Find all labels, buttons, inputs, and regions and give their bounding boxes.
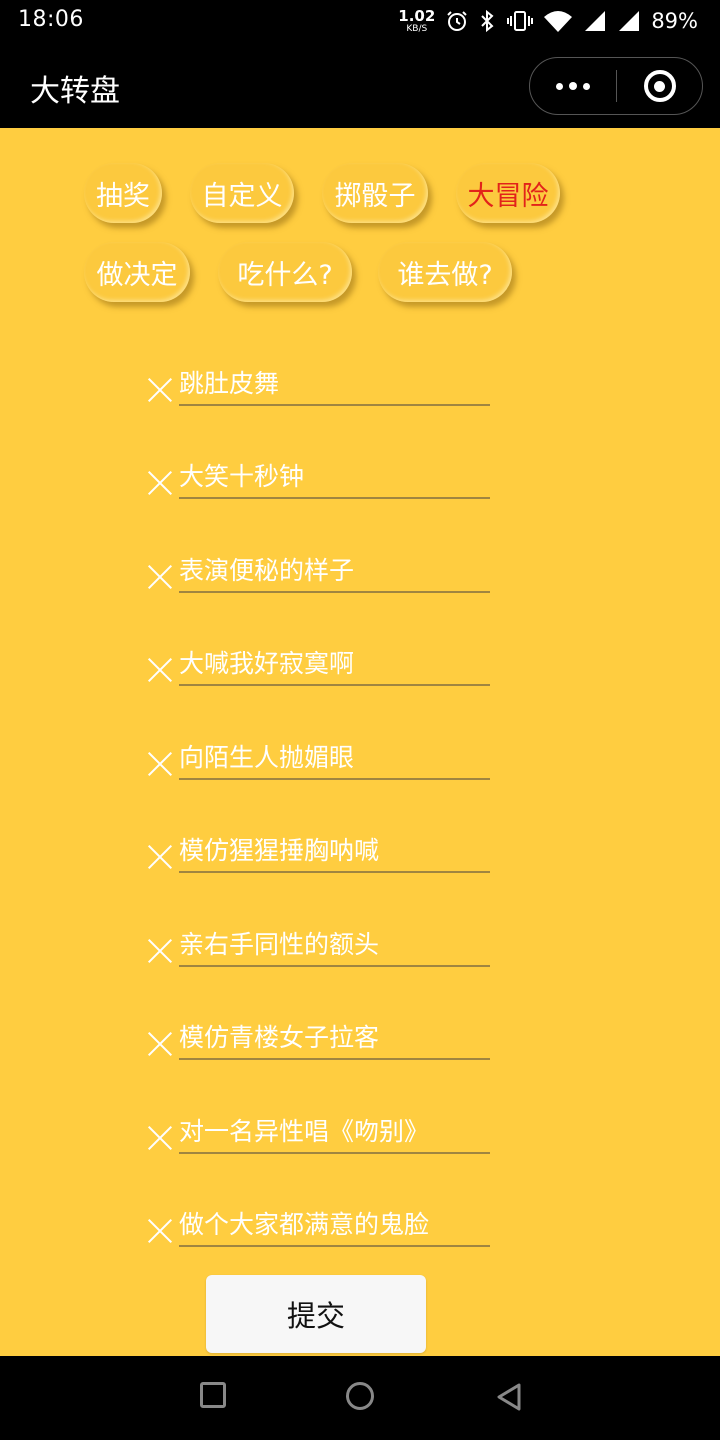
- status-bar: 18:06 1.02 KB/S 89%: [0, 0, 720, 44]
- list-item: 对一名异性唱《吻别》: [147, 1091, 490, 1154]
- mini-program-capsule: [529, 57, 703, 115]
- home-circle-icon[interactable]: [346, 1382, 374, 1410]
- list-item: 模仿青楼女子拉客: [147, 997, 490, 1060]
- delete-x-icon[interactable]: [147, 1218, 173, 1244]
- delete-x-icon[interactable]: [147, 1125, 173, 1151]
- battery-level: 89%: [651, 9, 698, 33]
- item-input[interactable]: 对一名异性唱《吻别》: [179, 1112, 490, 1148]
- delete-x-icon[interactable]: [147, 938, 173, 964]
- tab-label: 自定义: [201, 180, 283, 212]
- tab-custom[interactable]: 自定义: [190, 163, 294, 223]
- signal-icon-2: [619, 11, 640, 31]
- more-dots-icon[interactable]: [530, 58, 616, 114]
- list-item: 做个大家都满意的鬼脸: [147, 1184, 490, 1247]
- net-speed: 1.02 KB/S: [398, 6, 436, 34]
- delete-x-icon[interactable]: [147, 470, 173, 496]
- item-input[interactable]: 跳肚皮舞: [179, 364, 490, 400]
- input-underline: [179, 778, 490, 780]
- input-underline: [179, 684, 490, 686]
- input-underline: [179, 1245, 490, 1247]
- input-underline: [179, 497, 490, 499]
- delete-x-icon[interactable]: [147, 657, 173, 683]
- status-icons: 1.02 KB/S 89%: [398, 6, 698, 36]
- item-input[interactable]: 大笑十秒钟: [179, 457, 490, 493]
- list-item: 大喊我好寂寞啊: [147, 623, 490, 686]
- list-item: 亲右手同性的额头: [147, 904, 490, 967]
- vibrate-icon: [507, 11, 534, 31]
- item-input[interactable]: 大喊我好寂寞啊: [179, 644, 490, 680]
- tab-label: 做决定: [96, 259, 178, 291]
- wifi-icon: [544, 11, 573, 32]
- close-mini-program-button[interactable]: [617, 58, 702, 114]
- input-underline: [179, 1152, 490, 1154]
- input-underline: [179, 1058, 490, 1060]
- page-title: 大转盘: [30, 74, 120, 109]
- tab-what-to-eat[interactable]: 吃什么?: [218, 242, 352, 302]
- list-item: 大笑十秒钟: [147, 436, 490, 499]
- list-item: 模仿猩猩捶胸呐喊: [147, 810, 490, 873]
- tab-dice[interactable]: 掷骰子: [322, 163, 428, 223]
- alarm-icon: [447, 11, 468, 31]
- tab-decide[interactable]: 做决定: [84, 242, 190, 302]
- delete-x-icon[interactable]: [147, 751, 173, 777]
- title-bar: 大转盘: [0, 44, 720, 128]
- net-speed-value: 1.02: [398, 6, 436, 25]
- item-input[interactable]: 表演便秘的样子: [179, 551, 490, 587]
- input-underline: [179, 965, 490, 967]
- item-input[interactable]: 做个大家都满意的鬼脸: [179, 1205, 490, 1241]
- delete-x-icon[interactable]: [147, 1031, 173, 1057]
- tab-label: 大冒险: [467, 180, 549, 212]
- list-item: 跳肚皮舞: [147, 343, 490, 406]
- item-input[interactable]: 向陌生人抛媚眼: [179, 738, 490, 774]
- recents-square-icon[interactable]: [200, 1382, 226, 1408]
- input-underline: [179, 404, 490, 406]
- list-item: 向陌生人抛媚眼: [147, 717, 490, 780]
- submit-button[interactable]: 提交: [206, 1275, 426, 1353]
- tab-adventure[interactable]: 大冒险: [456, 163, 560, 223]
- tab-label: 吃什么?: [237, 259, 333, 291]
- status-time: 18:06: [18, 7, 84, 32]
- signal-icon: [585, 11, 606, 31]
- tab-lottery[interactable]: 抽奖: [84, 163, 162, 223]
- delete-x-icon[interactable]: [147, 564, 173, 590]
- target-close-icon: [643, 70, 676, 102]
- delete-x-icon[interactable]: [147, 377, 173, 403]
- item-input[interactable]: 模仿猩猩捶胸呐喊: [179, 831, 490, 867]
- delete-x-icon[interactable]: [147, 844, 173, 870]
- item-input[interactable]: 模仿青楼女子拉客: [179, 1018, 490, 1054]
- bluetooth-icon: [481, 9, 494, 33]
- list-item: 表演便秘的样子: [147, 530, 490, 593]
- tab-label: 抽奖: [96, 180, 150, 212]
- back-triangle-icon[interactable]: [494, 1382, 524, 1412]
- tab-who-does[interactable]: 谁去做?: [378, 242, 512, 302]
- tab-label: 掷骰子: [334, 180, 416, 212]
- item-input[interactable]: 亲右手同性的额头: [179, 925, 490, 961]
- input-underline: [179, 871, 490, 873]
- system-nav-bar: [0, 1356, 720, 1440]
- net-speed-unit: KB/S: [406, 23, 428, 34]
- tab-label: 谁去做?: [397, 259, 493, 291]
- input-underline: [179, 591, 490, 593]
